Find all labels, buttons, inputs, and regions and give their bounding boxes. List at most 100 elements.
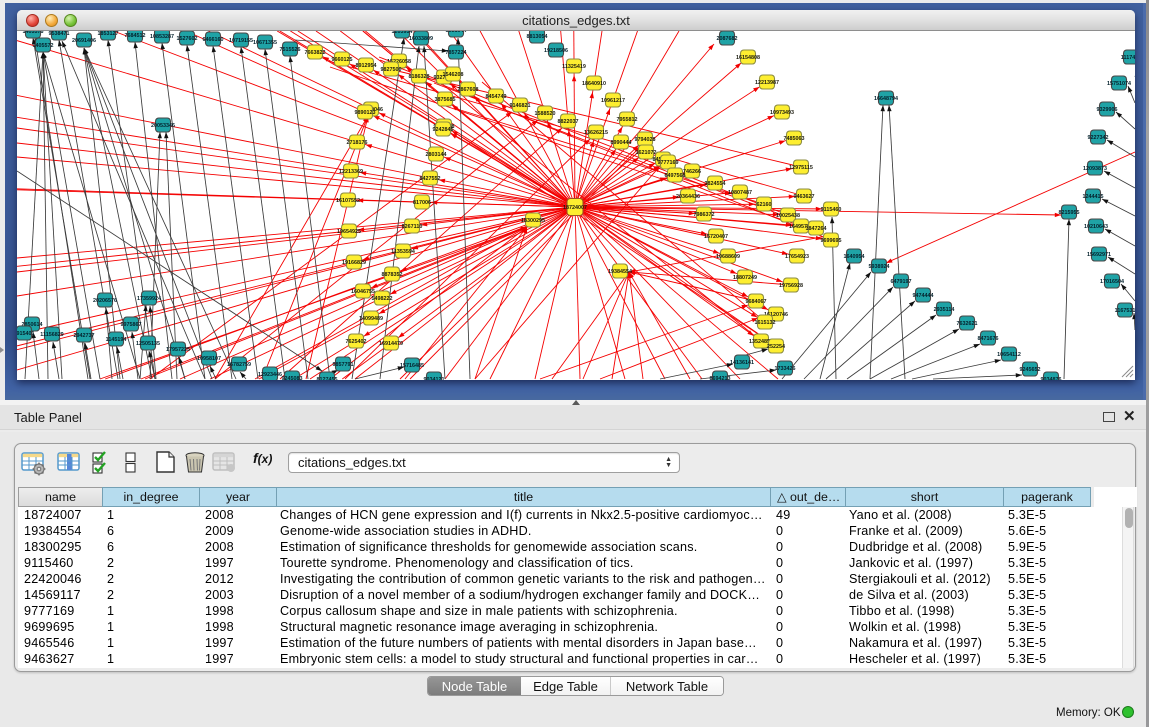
svg-text:1640954: 1640954 (844, 254, 865, 260)
svg-text:6466160: 6466160 (203, 37, 224, 43)
svg-text:9034876: 9034876 (1041, 377, 1062, 380)
svg-text:1615132: 1615132 (755, 320, 776, 326)
svg-text:8215955: 8215955 (1059, 210, 1080, 216)
svg-text:7632621: 7632621 (957, 321, 978, 327)
svg-text:11353594: 11353594 (391, 249, 415, 255)
svg-text:10671355: 10671355 (253, 40, 277, 46)
svg-text:10654112: 10654112 (997, 352, 1021, 358)
svg-text:10210643: 10210643 (1084, 224, 1108, 230)
svg-text:9699695: 9699695 (821, 238, 842, 244)
svg-text:2087682: 2087682 (717, 36, 738, 42)
svg-text:9245652: 9245652 (1020, 367, 1041, 373)
svg-text:62160: 62160 (757, 202, 772, 208)
svg-text:18300295: 18300295 (521, 218, 545, 224)
svg-text:16648794: 16648794 (874, 96, 898, 102)
svg-text:16107552: 16107552 (336, 198, 360, 204)
svg-text:8912954: 8912954 (356, 63, 377, 69)
svg-text:1145194: 1145194 (106, 337, 127, 343)
svg-text:10688609: 10688609 (716, 254, 740, 260)
svg-text:15720407: 15720407 (704, 234, 728, 240)
svg-text:10025438: 10025438 (776, 213, 800, 219)
svg-text:9890123: 9890123 (355, 110, 376, 116)
svg-text:9115460: 9115460 (821, 207, 842, 213)
svg-text:1847264: 1847264 (806, 226, 827, 232)
svg-text:9227342: 9227342 (1088, 135, 1109, 141)
svg-text:19218506: 19218506 (544, 48, 568, 54)
svg-text:1733426: 1733426 (775, 366, 796, 372)
svg-text:7515526: 7515526 (280, 47, 301, 53)
svg-text:18807249: 18807249 (733, 275, 757, 281)
svg-text:19166829: 19166829 (342, 260, 366, 266)
svg-text:3824554: 3824554 (705, 181, 726, 187)
svg-text:12975115: 12975115 (789, 165, 813, 171)
svg-text:7485063: 7485063 (784, 136, 805, 142)
svg-text:7955812: 7955812 (617, 117, 638, 123)
svg-text:20053346: 20053346 (151, 123, 175, 129)
svg-text:1244415: 1244415 (1083, 194, 1104, 200)
svg-text:8531044: 8531044 (446, 31, 467, 34)
svg-text:17957225: 17957225 (166, 347, 190, 353)
svg-text:2803144: 2803144 (426, 152, 447, 158)
svg-text:6479197: 6479197 (891, 279, 912, 285)
svg-text:10719155: 10719155 (229, 38, 253, 44)
svg-text:746266: 746266 (683, 169, 701, 175)
svg-text:1203954: 1203954 (392, 31, 413, 35)
svg-text:18724007: 18724007 (563, 205, 587, 211)
svg-text:19384554: 19384554 (608, 269, 632, 275)
svg-text:17654923: 17654923 (785, 254, 809, 260)
svg-text:9245083: 9245083 (282, 376, 303, 380)
svg-text:9684067: 9684067 (746, 299, 767, 305)
svg-text:2718176: 2718176 (347, 140, 368, 146)
svg-text:8186328: 8186328 (409, 74, 430, 80)
svg-text:10853287: 10853287 (150, 34, 174, 40)
svg-text:9146821: 9146821 (510, 103, 531, 109)
svg-text:5498222: 5498222 (372, 296, 393, 302)
svg-text:16782759: 16782759 (227, 362, 251, 368)
svg-text:10973493: 10973493 (770, 110, 794, 116)
svg-text:1621072: 1621072 (636, 150, 657, 156)
svg-text:18640910: 18640910 (582, 81, 606, 87)
svg-text:11156829: 11156829 (40, 332, 63, 338)
svg-text:15716485: 15716485 (400, 363, 424, 369)
svg-text:16914479: 16914479 (379, 341, 403, 347)
svg-text:15692971: 15692971 (1087, 252, 1111, 258)
svg-text:11325419: 11325419 (562, 64, 586, 70)
svg-text:9242845: 9242845 (433, 127, 454, 133)
svg-text:8822037: 8822037 (558, 119, 579, 125)
svg-text:9329906: 9329906 (1097, 107, 1118, 113)
svg-text:1167531: 1167531 (1115, 308, 1135, 314)
svg-text:13626215: 13626215 (584, 130, 608, 136)
svg-text:9827500: 9827500 (381, 67, 402, 73)
svg-text:1527602: 1527602 (177, 36, 198, 42)
svg-text:7663822: 7663822 (305, 50, 326, 56)
svg-text:252254: 252254 (767, 344, 785, 350)
svg-text:8878352: 8878352 (382, 272, 403, 278)
svg-text:10958107: 10958107 (197, 356, 221, 362)
svg-text:14136141: 14136141 (730, 360, 754, 366)
svg-text:3915401: 3915401 (17, 331, 35, 337)
svg-text:16033809: 16033809 (409, 36, 433, 42)
svg-text:7684512: 7684512 (125, 33, 146, 39)
svg-text:7625402: 7625402 (346, 339, 367, 345)
svg-text:12505135: 12505135 (136, 341, 160, 347)
svg-text:5938924: 5938924 (869, 264, 890, 270)
svg-text:3875685: 3875685 (435, 97, 456, 103)
svg-text:9777169: 9777169 (658, 160, 679, 166)
svg-text:16154808: 16154808 (736, 55, 760, 61)
svg-text:8267110: 8267110 (402, 224, 423, 230)
svg-text:2942737: 2942737 (74, 333, 95, 339)
svg-text:16046755: 16046755 (351, 289, 375, 295)
svg-text:10961217: 10961217 (601, 98, 625, 104)
svg-text:14099489: 14099489 (359, 316, 383, 322)
svg-text:9660125: 9660125 (332, 57, 353, 63)
svg-text:1117403: 1117403 (1121, 55, 1135, 61)
svg-text:8813054: 8813054 (527, 34, 548, 40)
svg-text:1588520: 1588520 (535, 111, 556, 117)
svg-text:17016504: 17016504 (1100, 279, 1124, 285)
svg-text:2935114: 2935114 (934, 307, 955, 313)
svg-text:9857791: 9857791 (333, 362, 354, 368)
svg-text:1405572: 1405572 (33, 43, 54, 49)
svg-text:1405578: 1405578 (23, 31, 44, 35)
svg-text:15751074: 15751074 (1107, 81, 1131, 87)
svg-text:8694213: 8694213 (710, 376, 731, 380)
